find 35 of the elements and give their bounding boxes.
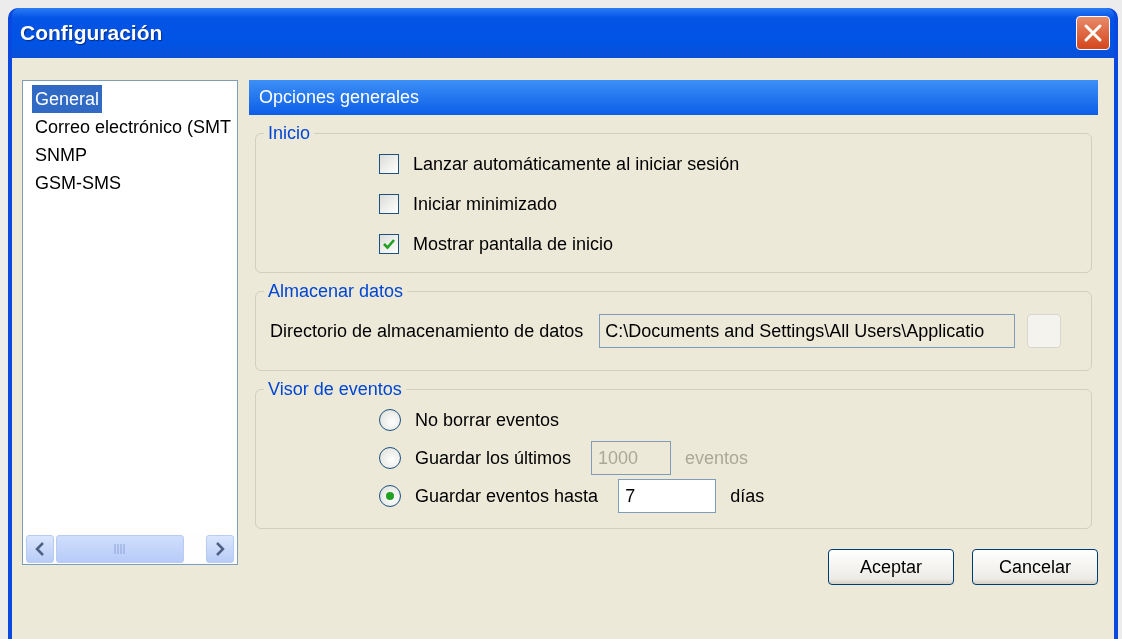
radio-label[interactable]: No borrar eventos <box>415 409 560 431</box>
dialog-button[interactable]: Cancelar <box>972 549 1098 585</box>
radio-button[interactable] <box>379 485 401 507</box>
section-header: Opciones generales <box>249 80 1098 115</box>
category-item[interactable]: General <box>32 85 103 113</box>
directory-field[interactable]: C:\Documents and Settings\All Users\Applicatio <box>599 314 1016 348</box>
radio-button[interactable] <box>379 409 401 431</box>
category-item[interactable]: GSM-SMS <box>32 169 124 197</box>
category-item[interactable]: Correo electrónico (SMT <box>32 113 235 141</box>
close-button[interactable] <box>1076 16 1110 50</box>
unit-label: eventos <box>685 447 749 469</box>
radio-label[interactable]: Guardar eventos hasta <box>415 485 599 507</box>
check-icon <box>382 237 396 251</box>
checkbox-label[interactable]: Mostrar pantalla de inicio <box>413 233 614 255</box>
checkbox-label[interactable]: Iniciar minimizado <box>413 193 558 215</box>
category-item[interactable]: SNMP <box>32 141 90 169</box>
checkbox[interactable] <box>379 194 399 214</box>
group-title: Visor de eventos <box>267 379 403 400</box>
checkbox[interactable] <box>379 234 399 254</box>
close-icon <box>1083 23 1103 43</box>
checkbox-label[interactable]: Lanzar automáticamente al iniciar sesión <box>413 153 740 175</box>
dialog-button[interactable]: Aceptar <box>828 549 954 585</box>
chevron-right-icon <box>215 542 225 556</box>
group-title: Almacenar datos <box>267 281 405 302</box>
checkbox[interactable] <box>379 154 399 174</box>
scrollbar-thumb[interactable] <box>56 535 184 563</box>
field-label: Directorio de almacenamiento de datos <box>270 320 584 342</box>
unit-label: días <box>730 485 765 507</box>
window-title: Configuración <box>20 21 163 45</box>
grip-icon <box>114 544 126 554</box>
chevron-left-icon <box>35 542 45 556</box>
scroll-right-button[interactable] <box>206 535 234 563</box>
number-field[interactable]: 7 <box>618 479 717 513</box>
group-title: Inicio <box>267 123 312 144</box>
scroll-left-button[interactable] <box>26 535 54 563</box>
